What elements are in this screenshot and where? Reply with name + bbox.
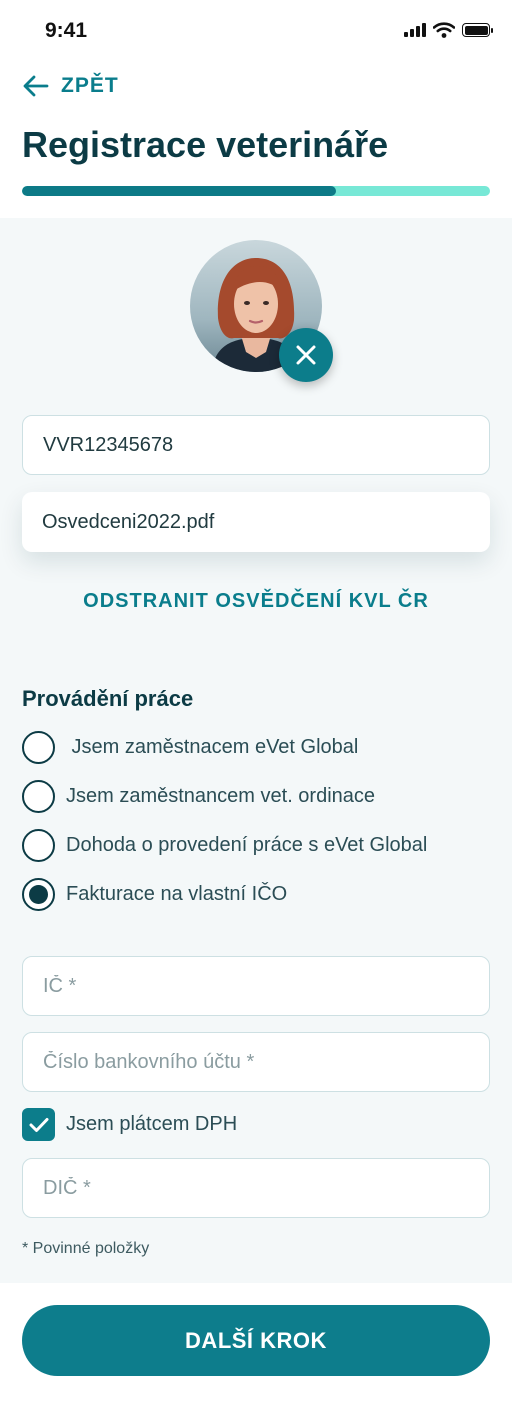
certificate-file-name: Osvedceni2022.pdf xyxy=(42,510,215,533)
radio-button-selected[interactable] xyxy=(22,878,55,911)
radio-label: Jsem zaměstnacem eVet Global xyxy=(66,736,359,758)
radio-button[interactable] xyxy=(22,731,55,764)
ico-field[interactable] xyxy=(22,956,490,1016)
radio-label: Jsem zaměstnancem vet. ordinace xyxy=(66,785,376,807)
next-step-button[interactable]: DALŠÍ KROK xyxy=(22,1305,490,1376)
remove-photo-button[interactable] xyxy=(279,328,333,382)
progress-bar xyxy=(22,186,490,196)
radio-option-employee-evet[interactable]: Jsem zaměstnacem eVet Global xyxy=(22,731,358,764)
page-title: Registrace veterináře xyxy=(22,124,389,165)
required-note: * Povinné položky xyxy=(22,1240,150,1257)
wifi-icon xyxy=(433,22,455,38)
radio-button[interactable] xyxy=(22,829,55,862)
vat-payer-checkbox-row[interactable]: Jsem plátcem DPH xyxy=(22,1108,237,1141)
status-icons xyxy=(404,22,493,38)
radio-label: Fakturace na vlastní IČO xyxy=(66,883,288,905)
back-label: ZPĚT xyxy=(61,74,119,97)
radio-dot xyxy=(29,885,48,904)
vat-payer-checkbox[interactable] xyxy=(22,1108,55,1141)
radio-option-work-agreement[interactable]: Dohoda o provedení práce s eVet Global xyxy=(22,829,427,862)
work-section-title: Provádění práce xyxy=(22,686,194,711)
radio-option-invoicing[interactable]: Fakturace na vlastní IČO xyxy=(22,878,287,911)
certificate-file[interactable]: Osvedceni2022.pdf xyxy=(22,492,490,552)
close-icon xyxy=(296,345,316,365)
bank-account-field[interactable] xyxy=(22,1032,490,1092)
remove-certificate-link[interactable]: ODSTRANIT OSVĚDČENÍ KVL ČR xyxy=(0,590,512,613)
progress-fill xyxy=(22,186,336,196)
signal-icon xyxy=(404,23,426,37)
back-button[interactable]: ZPĚT xyxy=(23,74,119,98)
checkmark-icon xyxy=(29,1117,48,1132)
radio-button[interactable] xyxy=(22,780,55,813)
radio-option-employee-clinic[interactable]: Jsem zaměstnancem vet. ordinace xyxy=(22,780,375,813)
vat-payer-label: Jsem plátcem DPH xyxy=(66,1113,238,1135)
radio-label: Dohoda o provedení práce s eVet Global xyxy=(66,834,428,856)
profile-photo xyxy=(190,240,333,382)
battery-icon xyxy=(462,23,493,37)
dic-field[interactable] xyxy=(22,1158,490,1218)
registration-number-field[interactable] xyxy=(22,415,490,475)
status-time: 9:41 xyxy=(45,19,88,42)
back-arrow-icon xyxy=(23,75,49,97)
